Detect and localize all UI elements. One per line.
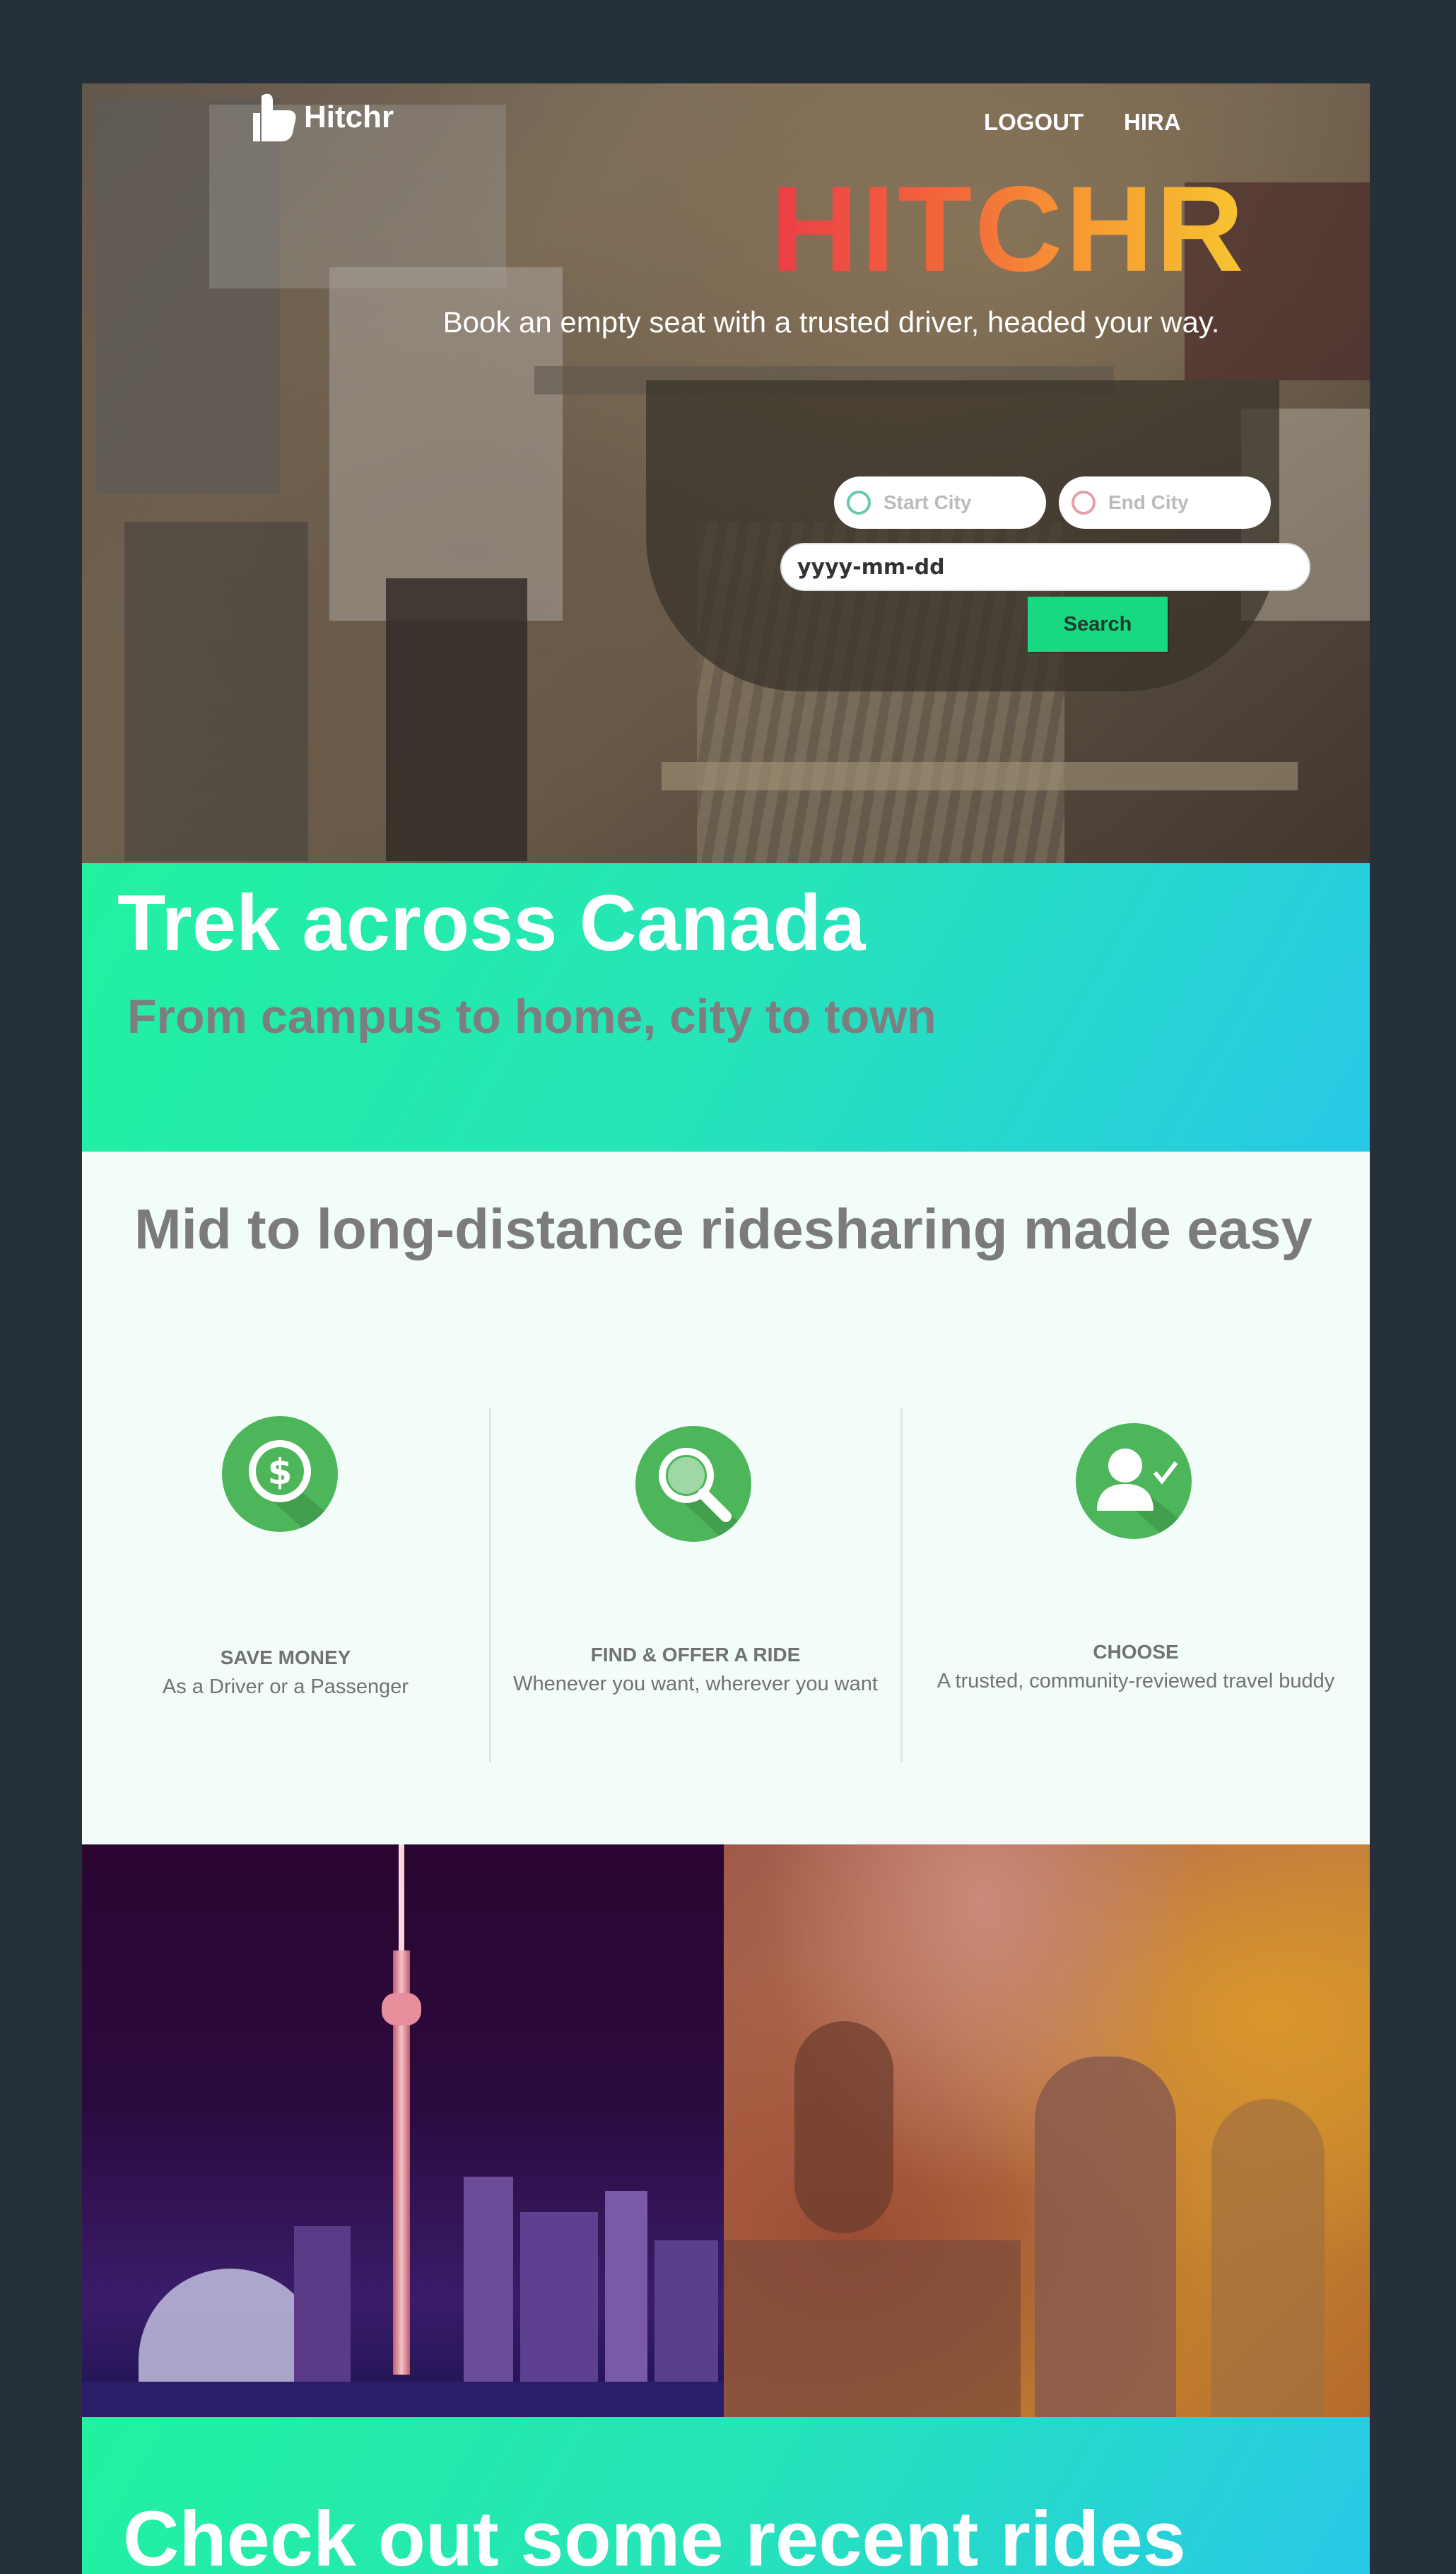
festival-crowd-photo (724, 1844, 1370, 2417)
search-button[interactable]: Search (1028, 597, 1168, 652)
user-link[interactable]: HIRA (1124, 109, 1181, 136)
hero-bridge (662, 762, 1298, 790)
trek-banner: Trek across Canada From campus to home, … (82, 863, 1370, 1152)
skyline-building (605, 2191, 647, 2382)
feature-text-choose: A trusted, community-reviewed travel bud… (937, 1670, 1335, 1692)
photo-gallery (82, 1844, 1370, 2417)
end-city-input[interactable]: End City (1059, 476, 1271, 529)
feature-text-save-money: As a Driver or a Passenger (162, 1675, 409, 1698)
start-city-input[interactable]: Start City (834, 476, 1046, 529)
date-input[interactable]: yyyy-mm-dd (780, 543, 1310, 591)
water (82, 2382, 724, 2417)
cn-tower-pod (382, 1993, 421, 2025)
trek-title: Trek across Canada (117, 879, 866, 967)
logo-text: Hitchr (304, 100, 394, 134)
logo[interactable]: Hitchr (252, 89, 394, 146)
feature-heading-choose: CHOOSE (1093, 1641, 1179, 1663)
feature-heading-find-offer: FIND & OFFER A RIDE (590, 1644, 801, 1666)
hero-tagline: Book an empty seat with a trusted driver… (442, 305, 1220, 339)
skyline-building (654, 2240, 718, 2382)
end-marker-icon (1072, 491, 1096, 515)
date-placeholder: yyyy-mm-dd (797, 554, 945, 580)
start-marker-icon (847, 491, 871, 515)
feature-heading-save-money: SAVE MONEY (220, 1646, 351, 1668)
toronto-skyline-photo (82, 1844, 724, 2417)
logout-link[interactable]: LOGOUT (984, 109, 1084, 136)
hero-building (386, 578, 527, 861)
magnifier-icon (635, 1426, 751, 1542)
page: Hitchr LOGOUT HIRA HITCHR Book an empty … (82, 83, 1370, 2574)
skyline-building (520, 2212, 598, 2382)
column-divider (489, 1408, 491, 1762)
features-section: Mid to long-distance ridesharing made ea… (82, 1152, 1370, 1844)
end-city-placeholder: End City (1108, 491, 1189, 513)
person-silhouette (1211, 2099, 1325, 2417)
trek-subtitle: From campus to home, city to town (127, 990, 937, 1043)
svg-text:$: $ (268, 1451, 293, 1492)
recent-rides-banner: Check out some recent rides offered : (82, 2417, 1370, 2574)
hero-building (124, 522, 308, 861)
column-divider (900, 1408, 903, 1762)
dollar-icon: $ (222, 1416, 338, 1532)
hero-section: Hitchr LOGOUT HIRA HITCHR Book an empty … (82, 83, 1370, 863)
person-silhouette (1035, 2057, 1176, 2417)
features-title: Mid to long-distance ridesharing made ea… (134, 1198, 1313, 1260)
skyline-building (294, 2226, 351, 2382)
feature-text-find-offer: Whenever you want, wherever you want (513, 1673, 878, 1695)
hero-title: HITCHR (770, 161, 1247, 297)
person-silhouette (794, 2021, 893, 2233)
recent-rides-title: Check out some recent rides offered : (123, 2496, 1186, 2574)
skyline-building (464, 2177, 513, 2382)
user-check-icon (1076, 1423, 1192, 1539)
start-city-placeholder: Start City (883, 491, 972, 513)
thumbs-up-icon (253, 93, 296, 141)
cn-tower-spire (399, 1844, 404, 1958)
person-silhouette (724, 2240, 1021, 2417)
search-panel: Start City End City yyyy-mm-dd Search (646, 380, 1310, 691)
